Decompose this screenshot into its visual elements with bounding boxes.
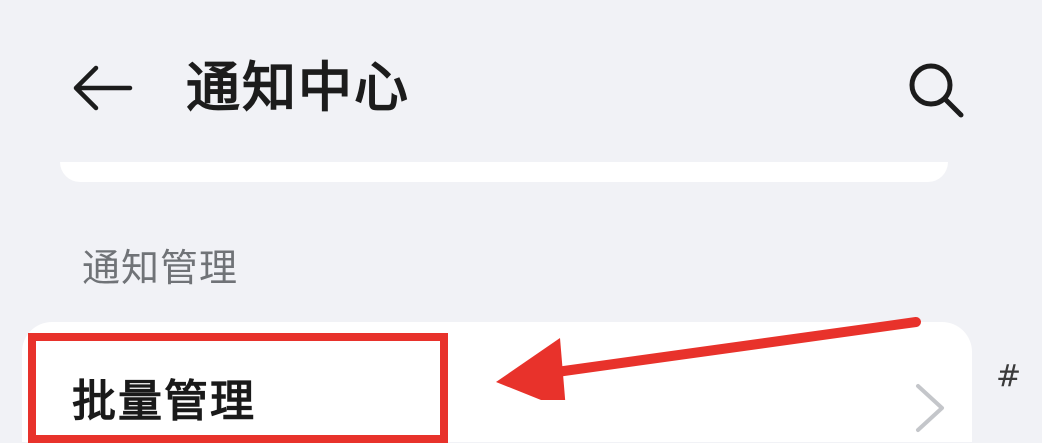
section-header-notification-management: 通知管理 xyxy=(82,246,239,290)
chevron-right-icon[interactable] xyxy=(910,378,950,438)
page-title: 通知中心 xyxy=(186,56,410,119)
annotation-highlight-box xyxy=(28,333,448,443)
search-icon xyxy=(909,63,964,118)
side-mark: # xyxy=(996,359,1022,394)
arrow-left-icon xyxy=(73,65,133,111)
back-button[interactable] xyxy=(62,48,142,128)
search-button[interactable] xyxy=(896,50,976,130)
app-header: 通知中心 xyxy=(0,0,1042,175)
previous-card-bottom xyxy=(60,162,948,182)
